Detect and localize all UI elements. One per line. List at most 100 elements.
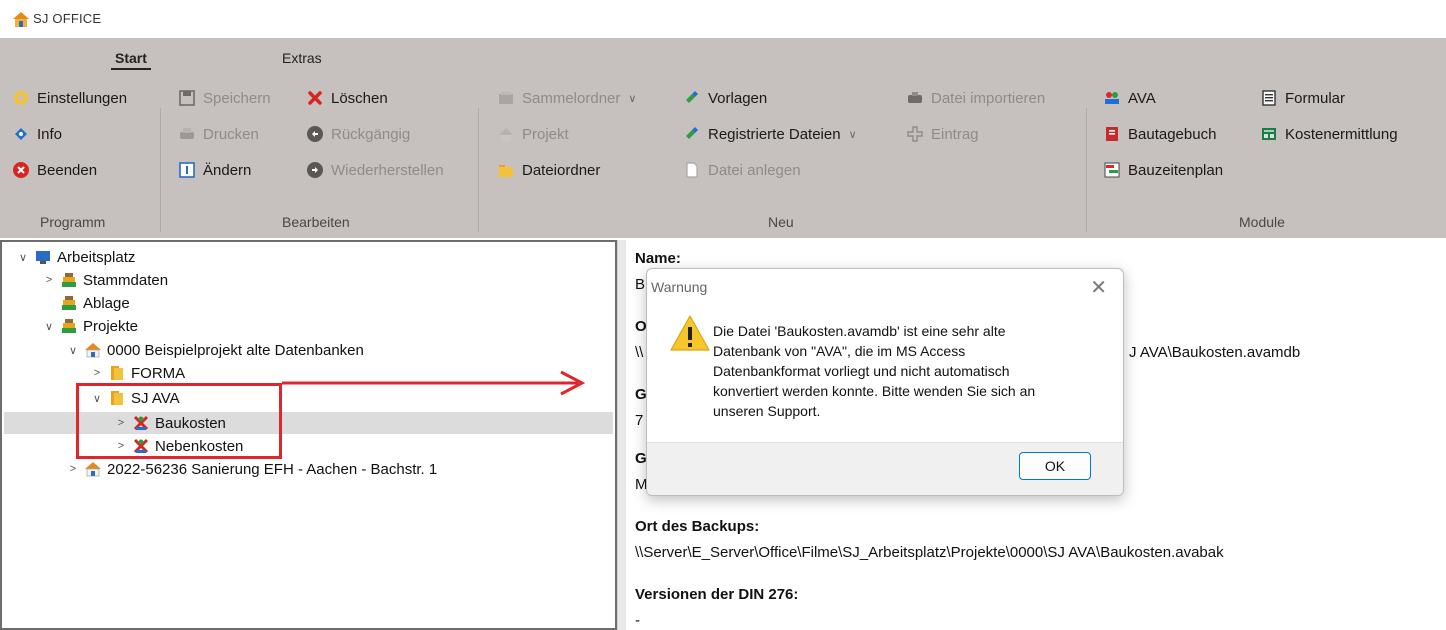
chevron-down-icon: ∨ (628, 92, 637, 105)
info-icon (12, 125, 30, 143)
annotation-highlight-box (76, 383, 282, 459)
undo-button[interactable]: Rückgängig (306, 122, 410, 146)
group-label-programm: Programm (40, 214, 106, 230)
quit-button[interactable]: Beenden (12, 158, 97, 182)
warning-dialog: Warnung ✕ Die Datei 'Baukosten.avamdb' i… (646, 268, 1124, 496)
ava-icon (1103, 89, 1121, 107)
tree-node-ablage[interactable]: Ablage (42, 292, 130, 314)
edit-icon (178, 161, 196, 179)
project-button[interactable]: Projekt (497, 122, 569, 146)
form-icon (1260, 89, 1278, 107)
file-folder-button[interactable]: Dateiordner (497, 158, 600, 182)
tree-node-project-2022[interactable]: > 2022-56236 Sanierung EFH - Aachen - Ba… (66, 458, 437, 480)
template-icon (683, 89, 701, 107)
delete-button[interactable]: Löschen (306, 86, 388, 110)
annotation-arrow-icon (282, 370, 586, 396)
delete-icon (306, 89, 324, 107)
ribbon: Start Extras Einstellungen Info Beenden … (0, 38, 1446, 238)
din-versions-value: - (635, 612, 640, 629)
computer-icon (34, 248, 52, 266)
house-icon (84, 460, 102, 478)
warning-icon (670, 315, 710, 351)
name-value: B (635, 276, 646, 293)
app-title: SJ OFFICE (33, 11, 102, 26)
group-label-bearbeiten: Bearbeiten (282, 214, 350, 230)
house-logo-icon (13, 12, 29, 27)
dialog-message: Die Datei 'Baukosten.avamdb' ist eine se… (713, 323, 1036, 419)
file-label: O (635, 318, 647, 335)
redo-button[interactable]: Wiederherstellen (306, 158, 444, 182)
tree-node-project-0000[interactable]: ∨ 0000 Beispielprojekt alte Datenbanken (66, 339, 364, 361)
tab-start[interactable]: Start (111, 50, 151, 70)
registered-files-icon (683, 125, 701, 143)
chevron-down-icon[interactable]: ∨ (42, 320, 56, 333)
chevron-right-icon[interactable]: > (42, 274, 56, 286)
close-icon[interactable]: ✕ (1090, 275, 1107, 300)
form-button[interactable]: Formular (1260, 86, 1345, 110)
tree-node-forma[interactable]: > FORMA (90, 362, 185, 384)
diary-icon (1103, 125, 1121, 143)
project-icon (497, 125, 515, 143)
chevron-down-icon[interactable]: ∨ (66, 344, 80, 357)
dialog-footer: OK (647, 442, 1123, 495)
construction-schedule-button[interactable]: Bauzeitenplan (1103, 158, 1223, 182)
backup-location-label: Ort des Backups: (635, 518, 760, 535)
gear-icon (12, 89, 30, 107)
group-separator (478, 108, 479, 232)
cost-icon (1260, 125, 1278, 143)
din-versions-label: Versionen der DIN 276: (635, 586, 799, 603)
construction-diary-button[interactable]: Bautagebuch (1103, 122, 1216, 146)
chevron-down-icon[interactable]: ∨ (16, 251, 30, 264)
chevron-down-icon: ∨ (848, 128, 857, 141)
redo-icon (306, 161, 324, 179)
group-separator (1086, 108, 1087, 232)
collection-folder-button[interactable]: Sammelordner ∨ (497, 86, 636, 110)
size-value: 7 (635, 412, 644, 429)
chevron-right-icon[interactable]: > (66, 463, 80, 475)
group-label-neu: Neu (768, 214, 794, 230)
folder-icon (108, 364, 126, 382)
file-path-right: J AVA\Baukosten.avamdb (1129, 344, 1301, 361)
group-label-module: Module (1239, 214, 1285, 230)
registered-files-button[interactable]: Registrierte Dateien ∨ (683, 122, 857, 146)
stack-icon (60, 294, 78, 312)
house-icon (84, 341, 102, 359)
import-icon (906, 89, 924, 107)
title-bar: SJ OFFICE (0, 0, 1446, 38)
backup-location-value: \\Server\E_Server\Office\Filme\SJ_Arbeit… (635, 544, 1224, 561)
file-path-left: \\ (635, 344, 644, 361)
info-button[interactable]: Info (12, 122, 62, 146)
tree-node-stammdaten[interactable]: > Stammdaten (42, 269, 168, 291)
cost-estimation-button[interactable]: Kostenermittlung (1260, 122, 1398, 146)
stack-icon (60, 271, 78, 289)
group-separator (160, 108, 161, 232)
new-file-icon (683, 161, 701, 179)
save-icon (178, 89, 196, 107)
dialog-title: Warnung (651, 279, 708, 295)
entry-button[interactable]: Eintrag (906, 122, 979, 146)
name-label: Name: (635, 250, 681, 267)
stack-icon (60, 317, 78, 335)
save-button[interactable]: Speichern (178, 86, 271, 110)
undo-icon (306, 125, 324, 143)
tab-extras[interactable]: Extras (282, 50, 322, 66)
print-button[interactable]: Drucken (178, 122, 259, 146)
edit-button[interactable]: Ändern (178, 158, 251, 182)
templates-button[interactable]: Vorlagen (683, 86, 767, 110)
size-label: G (635, 386, 647, 403)
folder-icon (497, 161, 515, 179)
ava-button[interactable]: AVA (1103, 86, 1156, 110)
modified-label: G (635, 450, 647, 467)
create-file-button[interactable]: Datei anlegen (683, 158, 801, 182)
tree-node-projekte[interactable]: ∨ Projekte (42, 315, 138, 337)
schedule-icon (1103, 161, 1121, 179)
settings-button[interactable]: Einstellungen (12, 86, 127, 110)
entry-icon (906, 125, 924, 143)
import-file-button[interactable]: Datei importieren (906, 86, 1045, 110)
printer-icon (178, 125, 196, 143)
close-circle-icon (12, 161, 30, 179)
chevron-right-icon[interactable]: > (90, 367, 104, 379)
collection-folder-icon (497, 89, 515, 107)
ok-button[interactable]: OK (1019, 452, 1091, 480)
tree-node-arbeitsplatz[interactable]: ∨ Arbeitsplatz (16, 246, 135, 268)
